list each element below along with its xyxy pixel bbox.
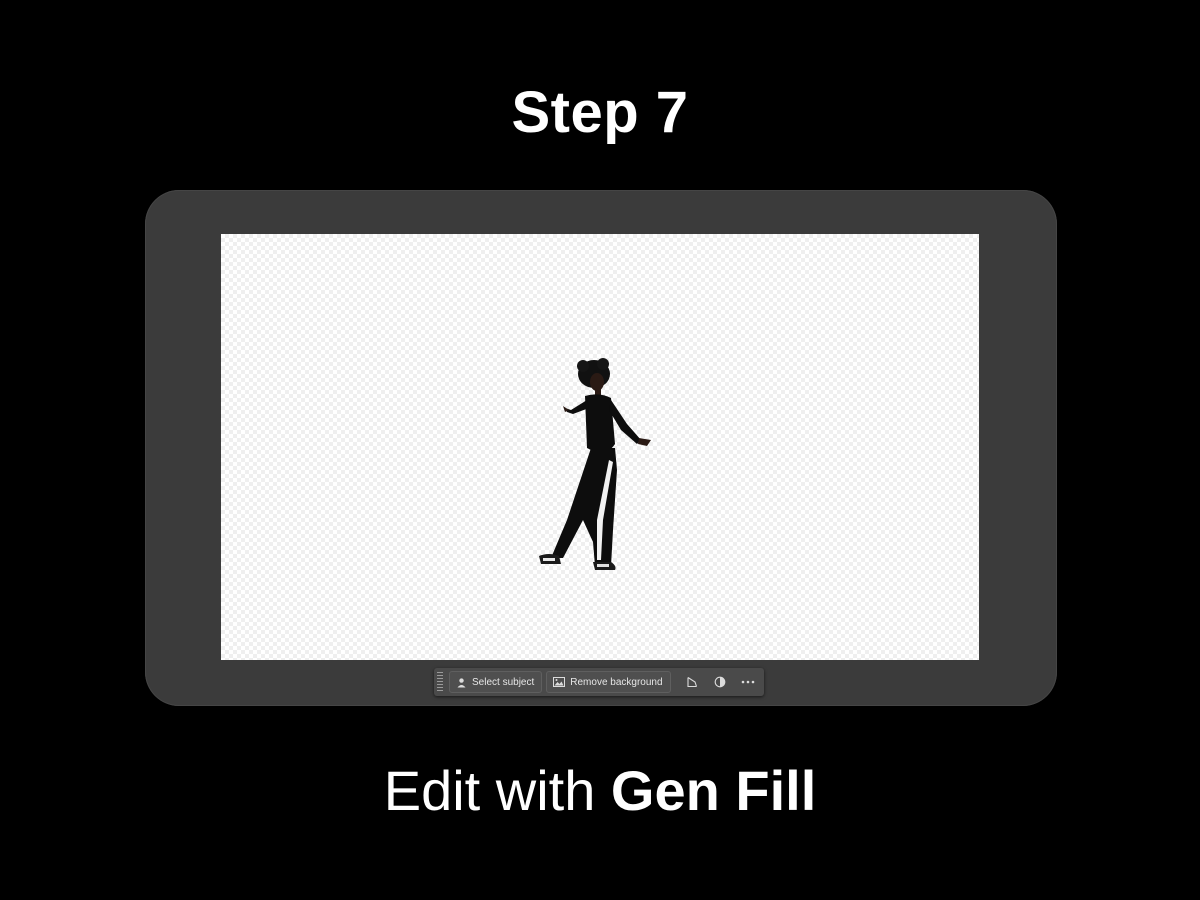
contextual-task-bar: Select subject Remove background xyxy=(434,668,764,696)
document-canvas[interactable] xyxy=(221,234,979,660)
drag-handle[interactable] xyxy=(437,672,443,692)
transform-button[interactable] xyxy=(681,671,703,693)
caption-prefix: Edit with xyxy=(383,759,596,822)
remove-background-label: Remove background xyxy=(570,676,663,688)
image-icon xyxy=(553,677,566,687)
adjustment-icon xyxy=(714,676,725,688)
more-options-icon xyxy=(741,680,754,684)
transform-icon xyxy=(686,677,697,688)
subject-cutout[interactable] xyxy=(511,352,681,582)
caption-emphasis: Gen Fill xyxy=(610,759,817,822)
caption: Edit with Gen Fill xyxy=(0,758,1200,824)
person-select-icon xyxy=(457,677,466,687)
select-subject-button[interactable]: Select subject xyxy=(449,671,543,693)
remove-background-button[interactable]: Remove background xyxy=(546,671,671,693)
page-title: Step 7 xyxy=(511,80,689,145)
more-options-button[interactable] xyxy=(737,671,759,693)
slide: Step 7 Select subject Remove background … xyxy=(0,0,1200,900)
select-subject-label: Select subject xyxy=(472,676,535,688)
adjustment-button[interactable] xyxy=(709,671,731,693)
